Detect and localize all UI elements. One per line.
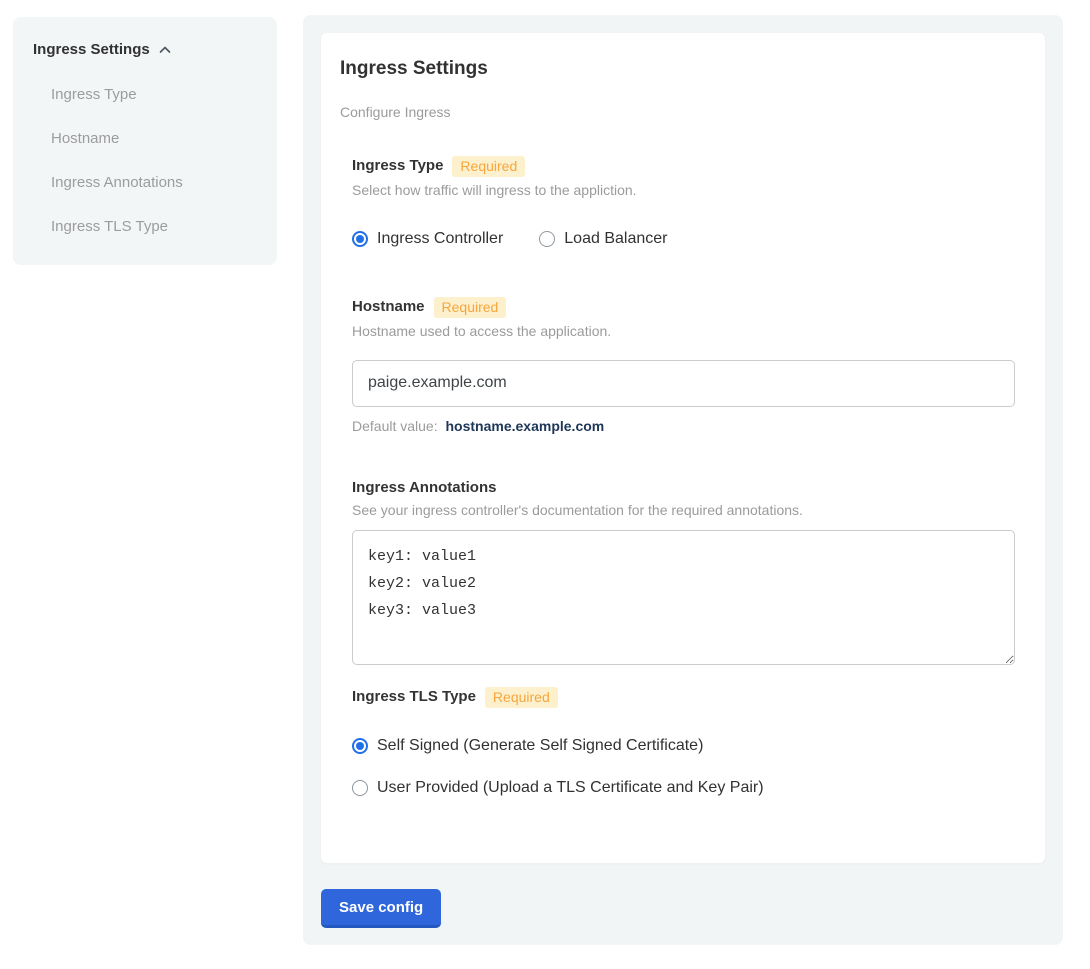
- page-title: Ingress Settings: [340, 58, 1015, 81]
- radio-unselected-icon[interactable]: [352, 780, 368, 796]
- default-value-prefix: Default value:: [352, 418, 438, 434]
- required-badge: Required: [485, 687, 558, 708]
- sidebar-item-ingress-annotations[interactable]: Ingress Annotations: [51, 174, 261, 191]
- required-badge: Required: [434, 297, 507, 318]
- ingress-type-options: Ingress Controller Load Balancer: [352, 229, 1015, 249]
- ingress-settings-card: Ingress Settings Configure Ingress Ingre…: [321, 33, 1045, 863]
- ingress-type-help: Select how traffic will ingress to the a…: [352, 182, 1015, 199]
- required-badge: Required: [452, 156, 525, 177]
- sidebar-group-ingress-settings[interactable]: Ingress Settings: [33, 41, 261, 58]
- radio-load-balancer[interactable]: Load Balancer: [539, 229, 667, 249]
- sidebar-item-ingress-type[interactable]: Ingress Type: [51, 86, 261, 103]
- hostname-help: Hostname used to access the application.: [352, 323, 1015, 340]
- radio-selected-icon[interactable]: [352, 231, 368, 247]
- settings-sidebar: Ingress Settings Ingress Type Hostname I…: [13, 17, 277, 265]
- sidebar-item-list: Ingress Type Hostname Ingress Annotation…: [51, 86, 261, 235]
- ingress-tls-type-label: Ingress TLS Type: [352, 688, 476, 706]
- field-group-ingress-tls-type: Ingress TLS Type Required Self Signed (G…: [352, 687, 1015, 798]
- default-value-text: hostname.example.com: [446, 418, 605, 434]
- ingress-annotations-label: Ingress Annotations: [352, 479, 496, 497]
- ingress-type-label: Ingress Type: [352, 157, 443, 175]
- radio-user-provided[interactable]: User Provided (Upload a TLS Certificate …: [352, 778, 1015, 798]
- field-group-ingress-annotations: Ingress Annotations See your ingress con…: [352, 479, 1015, 665]
- sidebar-group-label: Ingress Settings: [33, 41, 150, 58]
- radio-self-signed[interactable]: Self Signed (Generate Self Signed Certif…: [352, 736, 1015, 756]
- save-config-button[interactable]: Save config: [321, 889, 441, 928]
- hostname-label: Hostname: [352, 298, 425, 316]
- hostname-input[interactable]: [352, 360, 1015, 407]
- radio-unselected-icon[interactable]: [539, 231, 555, 247]
- radio-label: User Provided (Upload a TLS Certificate …: [377, 778, 764, 798]
- radio-label: Load Balancer: [564, 229, 667, 249]
- chevron-up-icon: [158, 43, 172, 57]
- ingress-annotations-help: See your ingress controller's documentat…: [352, 502, 1015, 519]
- field-group-hostname: Hostname Required Hostname used to acces…: [352, 297, 1015, 434]
- config-panel: Ingress Settings Configure Ingress Ingre…: [303, 15, 1063, 945]
- form-fields: Ingress Type Required Select how traffic…: [340, 156, 1015, 798]
- field-group-ingress-type: Ingress Type Required Select how traffic…: [352, 156, 1015, 249]
- radio-ingress-controller[interactable]: Ingress Controller: [352, 229, 503, 249]
- radio-label: Ingress Controller: [377, 229, 503, 249]
- radio-selected-icon[interactable]: [352, 738, 368, 754]
- sidebar-item-ingress-tls-type[interactable]: Ingress TLS Type: [51, 218, 261, 235]
- ingress-tls-type-options: Self Signed (Generate Self Signed Certif…: [352, 708, 1015, 798]
- ingress-annotations-textarea[interactable]: key1: value1 key2: value2 key3: value3: [352, 530, 1015, 665]
- page-subtitle: Configure Ingress: [340, 104, 1015, 120]
- sidebar-item-hostname[interactable]: Hostname: [51, 130, 261, 147]
- radio-label: Self Signed (Generate Self Signed Certif…: [377, 736, 703, 756]
- hostname-default-line: Default value: hostname.example.com: [352, 418, 1015, 434]
